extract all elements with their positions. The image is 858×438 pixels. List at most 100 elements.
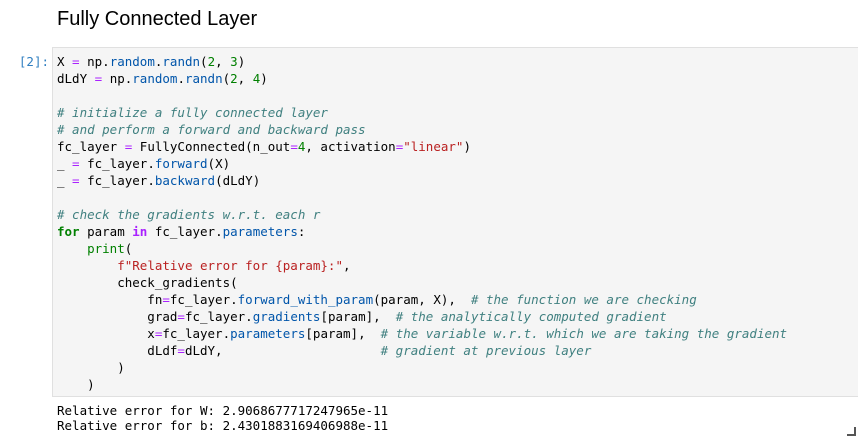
code-token: . [222, 326, 231, 341]
code-token: (param, X), [373, 292, 471, 307]
code-token: = [64, 173, 88, 188]
code-line: fn=fc_layer.forward_with_param(param, X)… [57, 291, 787, 308]
code-token: np [87, 54, 103, 69]
code-token: check_gradients( [57, 275, 238, 290]
code-line: check_gradients( [57, 274, 787, 291]
code-token: . [215, 224, 223, 239]
code-editor[interactable]: X = np.random.randn(2, 3) dLdY = np.rando… [57, 53, 787, 393]
output-line: Relative error for W: 2.9068677717247965… [57, 403, 389, 418]
code-token: [param], [320, 309, 396, 324]
code-token: X [57, 54, 65, 69]
code-token: [param], [305, 326, 381, 341]
code-line: # check the gradients w.r.t. each r [57, 206, 787, 223]
code-token: fc_layer [57, 139, 118, 154]
code-token: forward [154, 156, 208, 171]
code-token: . [177, 71, 185, 86]
code-token: # the variable w.r.t. which we are takin… [380, 326, 788, 341]
code-token: 3 [230, 54, 238, 69]
code-token: _ [57, 173, 65, 188]
code-token: = [87, 71, 110, 86]
code-token: "linear" [403, 139, 464, 154]
code-line: ) [57, 376, 787, 393]
code-token: , activation [305, 139, 396, 154]
code-token: random [109, 54, 155, 69]
code-token: . [147, 156, 155, 171]
code-token: = [177, 343, 185, 358]
code-token: : [297, 224, 306, 239]
code-token: ( [124, 241, 133, 256]
code-token: # initialize a fully connected layer [57, 105, 328, 120]
code-token: # the analytically computed gradient [395, 309, 667, 324]
code-token: . [245, 309, 253, 324]
code-line: grad=fc_layer.gradients[param], # the an… [57, 308, 787, 325]
code-token: 2 [230, 71, 238, 86]
code-token: in [132, 224, 148, 239]
code-token: dLdf [57, 343, 178, 358]
code-token: f"Relative error for {param}:" [117, 258, 343, 273]
code-token: fc_layer [184, 309, 246, 324]
code-token: . [102, 54, 110, 69]
code-token: gradients [252, 309, 321, 324]
code-token: fc_layer [87, 156, 148, 171]
code-token: # gradient at previous layer [380, 343, 592, 358]
resize-handle-icon[interactable] [847, 427, 856, 436]
code-token: = [162, 292, 170, 307]
code-line: dLdY = np.random.randn(2, 4) [57, 70, 787, 87]
code-token: np [109, 71, 125, 86]
code-token: backward [154, 173, 216, 188]
cell-prompt: [2]: [18, 54, 49, 69]
code-line: x=fc_layer.parameters[param], # the vari… [57, 325, 787, 342]
code-token: = [64, 54, 88, 69]
code-line: _ = fc_layer.forward(X) [57, 155, 787, 172]
code-token: fc_layer [169, 292, 231, 307]
code-token: randn [162, 54, 201, 69]
code-token: ) [237, 54, 246, 69]
code-token: (X) [207, 156, 231, 171]
code-token: . [230, 292, 238, 307]
cell-output: Relative error for W: 2.9068677717247965… [57, 403, 388, 433]
code-token: ) [57, 360, 125, 375]
code-line: ) [57, 359, 787, 376]
code-line: # and perform a forward and backward pas… [57, 121, 787, 138]
code-token: for [57, 224, 80, 239]
code-token: 2 [207, 54, 216, 69]
code-line: fc_layer = FullyConnected(n_out=4, activ… [57, 138, 787, 155]
code-token: fc_layer [147, 224, 216, 239]
code-line: print( [57, 240, 787, 257]
code-token: forward_with_param [237, 292, 374, 307]
code-token: , [215, 54, 231, 69]
code-token: x [57, 326, 155, 341]
code-line: _ = fc_layer.backward(dLdY) [57, 172, 787, 189]
code-token: print [87, 241, 125, 256]
code-token: ) [260, 71, 268, 86]
code-token: . [147, 173, 155, 188]
code-token: fc_layer [162, 326, 223, 341]
code-token: # check the gradients w.r.t. each r [57, 207, 321, 222]
code-token: fc_layer [87, 173, 148, 188]
code-token: randn [184, 71, 223, 86]
code-token: _ [57, 156, 65, 171]
code-token: , [343, 258, 351, 273]
code-token: = [177, 309, 185, 324]
code-token: , [237, 71, 253, 86]
output-line: Relative error for b: 2.4301883169406988… [57, 418, 389, 433]
markdown-heading: Fully Connected Layer [57, 8, 258, 30]
code-token: # the function we are checking [470, 292, 697, 307]
code-token: = [117, 139, 140, 154]
code-token: FullyConnected(n_out [139, 139, 291, 154]
code-line: f"Relative error for {param}:", [57, 257, 787, 274]
code-token: grad [57, 309, 178, 324]
code-token: = [64, 156, 88, 171]
code-token: parameters [230, 326, 306, 341]
code-token: ) [57, 377, 95, 392]
code-token: ) [463, 139, 471, 154]
code-token: dLdY, [184, 343, 381, 358]
code-line: X = np.random.randn(2, 3) [57, 53, 787, 70]
code-token: ( [222, 71, 231, 86]
code-token: parameters [222, 224, 298, 239]
code-token: = [290, 139, 298, 154]
